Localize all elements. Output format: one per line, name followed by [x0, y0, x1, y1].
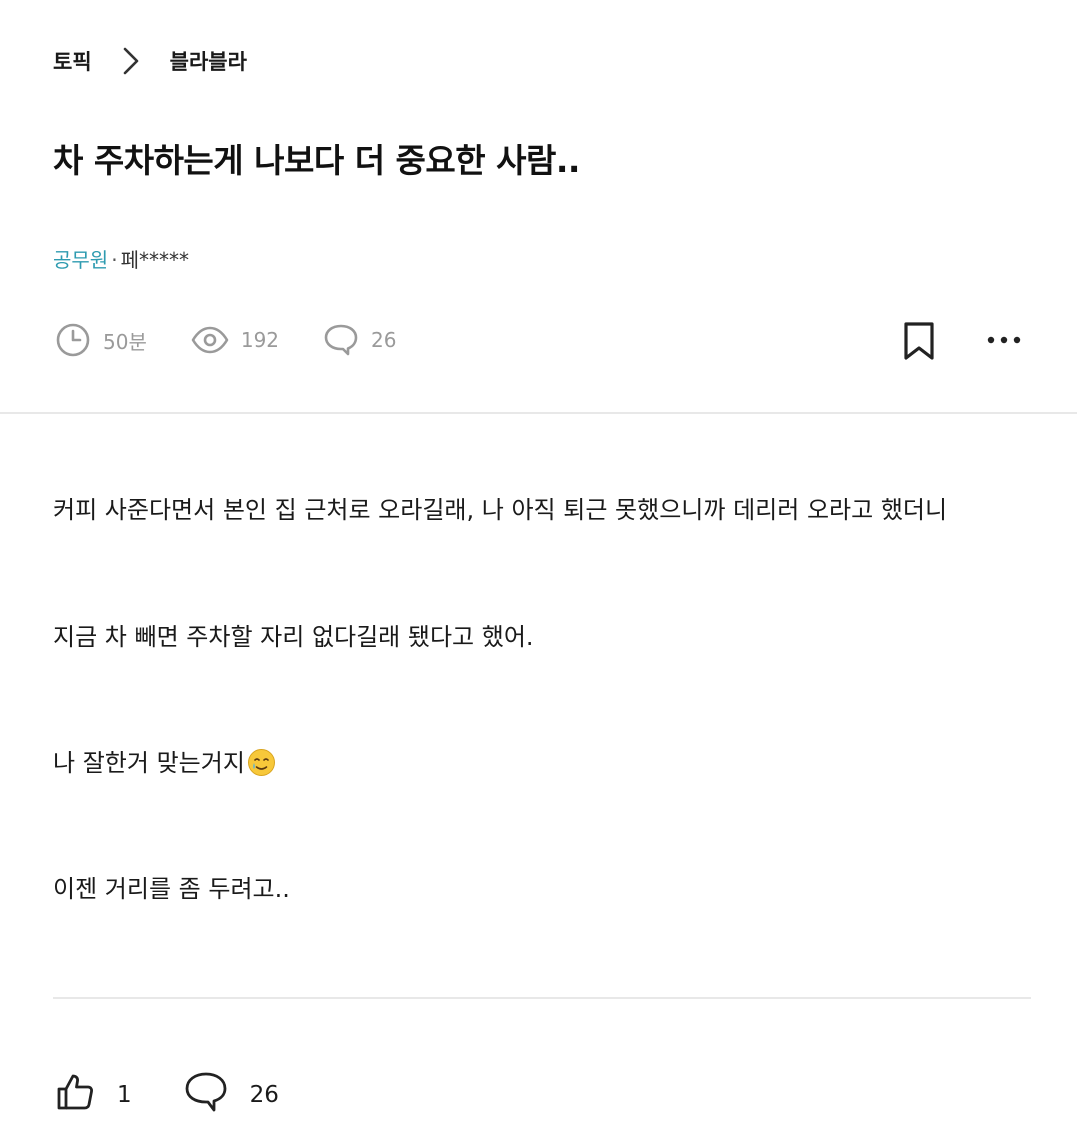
post-actions: 1 26 [55, 1070, 279, 1120]
breadcrumb: 토픽 블라블라 [53, 44, 247, 78]
body-paragraph: 이젠 거리를 좀 두려고.. [53, 875, 290, 903]
post-stats: 50분 192 26 [55, 318, 397, 362]
view-count: 192 [240, 328, 280, 352]
time-stat: 50분 [55, 322, 147, 358]
more-options-button[interactable] [985, 326, 1025, 354]
breadcrumb-topic-link[interactable]: 토픽 [53, 46, 92, 76]
bookmark-button[interactable] [901, 321, 937, 361]
like-count: 1 [117, 1082, 132, 1108]
comment-button[interactable]: 26 [184, 1071, 279, 1119]
time-ago: 50분 [103, 329, 147, 354]
body-paragraph: 지금 차 빼면 주차할 자리 없다길래 됐다고 했어. [53, 623, 534, 651]
clock-icon [55, 322, 91, 358]
body-paragraph: 커피 사준다면서 본인 집 근처로 오라길래, 나 아직 퇴근 못했으니까 데리… [53, 496, 948, 524]
bookmark-icon [901, 322, 937, 365]
footer-comment-count: 26 [249, 1082, 279, 1108]
comments-stat: 26 [323, 323, 397, 357]
post-title: 차 주차하는게 나보다 더 중요한 사람.. [53, 141, 580, 180]
thumbs-up-icon [55, 1072, 95, 1118]
chevron-right-icon [120, 46, 142, 76]
breadcrumb-board-link[interactable]: 블라블라 [170, 46, 247, 76]
post-page: 토픽 블라블라 차 주차하는게 나보다 더 중요한 사람.. 공무원 · 페****… [0, 0, 1077, 1144]
comment-icon [323, 323, 359, 357]
views-stat: 192 [191, 325, 279, 355]
crying-smile-emoji-icon [247, 748, 276, 777]
like-button[interactable]: 1 [55, 1072, 132, 1118]
author-company[interactable]: 공무원 [53, 248, 108, 272]
footer-divider [53, 997, 1031, 999]
body-paragraph-text: 나 잘한거 맞는거지 [53, 749, 245, 777]
body-paragraph-with-emoji: 나 잘한거 맞는거지 [53, 743, 276, 778]
more-icon [985, 336, 1025, 358]
author-nickname: 페***** [120, 248, 189, 272]
header-divider [0, 412, 1077, 414]
eye-icon [191, 325, 229, 355]
comment-count: 26 [371, 328, 397, 352]
comment-bubble-icon [184, 1071, 228, 1119]
meta-separator: · [111, 248, 118, 272]
author-meta: 공무원 · 페***** [53, 244, 189, 273]
